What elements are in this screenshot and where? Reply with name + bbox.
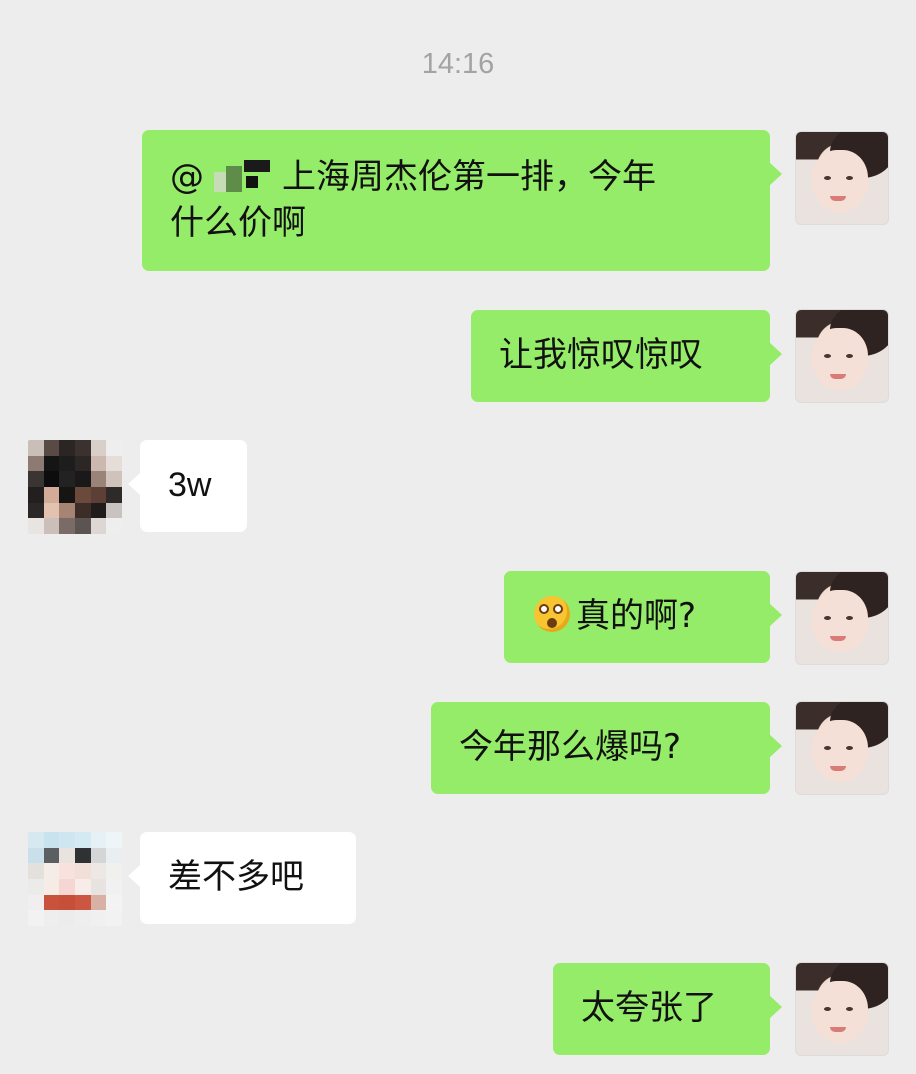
message-text: 3w: [168, 466, 212, 504]
message-bubble-incoming[interactable]: 差不多吧: [128, 832, 356, 924]
message-text: 今年那么爆吗?: [459, 727, 682, 767]
message-bubble-incoming[interactable]: 3w: [128, 440, 247, 532]
mention-at-sign: @: [170, 157, 204, 197]
message-bubble-outgoing[interactable]: 今年那么爆吗?: [431, 702, 782, 794]
message-text: 上海周杰伦第一排，今年: [282, 157, 656, 197]
contact-avatar-pixelated[interactable]: [28, 440, 122, 534]
message-text: 太夸张了: [581, 988, 717, 1028]
contact-avatar-pixelated[interactable]: [28, 832, 122, 926]
my-avatar[interactable]: [795, 701, 889, 795]
chat-timestamp: 14:16: [421, 48, 495, 80]
message-bubble-outgoing[interactable]: 真的啊?: [504, 571, 782, 663]
my-avatar[interactable]: [795, 962, 889, 1056]
message-bubble-outgoing[interactable]: 让我惊叹惊叹: [471, 310, 782, 402]
my-avatar[interactable]: [795, 309, 889, 403]
redacted-mention-name: [206, 158, 276, 192]
surprised-face-icon: [534, 596, 570, 632]
message-text: 让我惊叹惊叹: [499, 335, 703, 375]
message-bubble-outgoing[interactable]: 太夸张了: [553, 963, 782, 1055]
message-text: 差不多吧: [168, 857, 304, 897]
message-text: 真的啊?: [576, 596, 697, 636]
message-text-line2: 什么价啊: [170, 203, 306, 243]
my-avatar[interactable]: [795, 131, 889, 225]
my-avatar[interactable]: [795, 571, 889, 665]
message-bubble-outgoing[interactable]: @ 上海周杰伦第一排，今年 什么价啊: [142, 130, 782, 271]
